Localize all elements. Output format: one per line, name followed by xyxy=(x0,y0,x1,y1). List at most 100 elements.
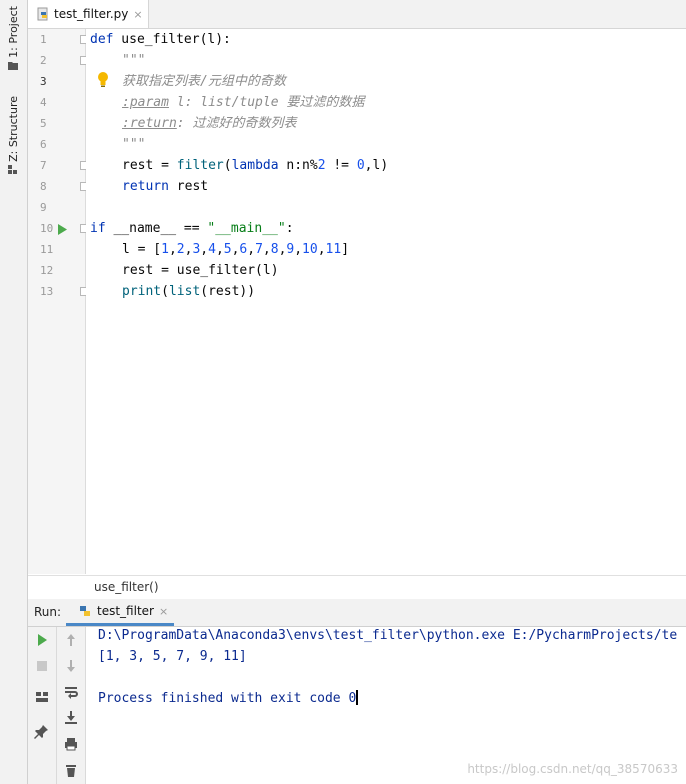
run-tab-test-filter[interactable]: test_filter × xyxy=(66,599,174,626)
line-number: 6 xyxy=(40,138,47,151)
editor-gutter: 1 2 3 4 5 6 7 8 9 10 11 12 13 xyxy=(28,29,89,574)
param-tag: :param xyxy=(122,95,169,110)
layout-icon[interactable] xyxy=(34,689,50,705)
docstring-close: """ xyxy=(122,137,146,152)
breadcrumb: use_filter() xyxy=(28,575,686,600)
trash-icon[interactable] xyxy=(63,762,79,778)
code-token: n:n% xyxy=(278,158,318,173)
structure-tool-label: Z: Structure xyxy=(6,96,20,162)
console-line-command: D:\ProgramData\Anaconda3\envs\test_filte… xyxy=(98,628,678,643)
docstring-return: :return: 过滤好的奇数列表 xyxy=(122,113,296,134)
python-icon xyxy=(80,606,90,616)
number-literal: 10 xyxy=(302,242,318,257)
number-literal: 2 xyxy=(317,158,326,173)
rerun-icon[interactable] xyxy=(34,632,50,648)
return-tag: :return xyxy=(122,116,177,131)
number-literal: 7 xyxy=(255,242,263,257)
number-literal: 1 xyxy=(161,242,169,257)
console-exit-text: Process finished with exit code 0 xyxy=(98,691,357,706)
line-number: 5 xyxy=(40,117,47,130)
keyword-lambda: lambda xyxy=(231,158,279,173)
number-literal: 0 xyxy=(356,158,365,173)
code-line: rest = use_filter(l) xyxy=(122,263,279,278)
number-literal: 8 xyxy=(270,242,279,257)
run-toolbar-secondary xyxy=(57,627,86,784)
number-literal: 3 xyxy=(192,242,201,257)
python-file-icon xyxy=(37,7,48,21)
code-token: != xyxy=(325,158,357,173)
editor-tab-label: test_filter.py xyxy=(54,7,129,21)
keyword-def: def xyxy=(90,32,114,47)
code-token: l = [ xyxy=(122,242,162,257)
code-token: ( xyxy=(161,284,169,299)
run-gutter-icon[interactable] xyxy=(58,224,67,235)
code-token: ( xyxy=(223,158,232,173)
structure-tool-tab[interactable]: Z: Structure xyxy=(2,96,24,174)
text-cursor xyxy=(356,690,359,705)
number-literal: 2 xyxy=(176,242,185,257)
number-literal: 9 xyxy=(286,242,295,257)
string-literal: "__main__" xyxy=(207,221,286,236)
code-editor[interactable]: def use_filter(l): """ 获取指定列表/元组中的奇数 :pa… xyxy=(86,29,686,574)
scroll-to-end-icon[interactable] xyxy=(63,710,79,726)
docstring-description: 获取指定列表/元组中的奇数 xyxy=(122,74,286,89)
code-line: print(list(rest)) xyxy=(122,281,255,302)
line-number: 8 xyxy=(40,180,47,193)
structure-icon xyxy=(8,164,17,174)
editor-tab-bar: test_filter.py × xyxy=(28,0,686,29)
number-literal: 6 xyxy=(239,242,248,257)
run-tab-label: test_filter xyxy=(97,604,154,618)
line-number: 9 xyxy=(40,201,47,214)
code-token: rest = xyxy=(122,158,177,173)
lightbulb-icon[interactable] xyxy=(96,71,110,88)
breadcrumb-function[interactable]: use_filter() xyxy=(94,580,159,594)
code-token: rest xyxy=(168,179,209,194)
stop-icon[interactable] xyxy=(34,658,50,674)
param-desc: l: list/tuple 要过滤的数据 xyxy=(168,95,365,110)
watermark: https://blog.csdn.net/qq_38570633 xyxy=(467,762,678,776)
code-token: ] xyxy=(341,242,350,257)
code-line: def use_filter(l): xyxy=(90,29,231,50)
run-panel-header: Run: test_filter × xyxy=(28,599,686,627)
pin-icon[interactable] xyxy=(34,723,50,739)
tool-window-strip: 1: Project Z: Structure xyxy=(0,0,28,784)
line-number: 4 xyxy=(40,96,47,109)
line-number: 2 xyxy=(40,54,47,67)
run-console-output[interactable]: D:\ProgramData\Anaconda3\envs\test_filte… xyxy=(86,627,686,784)
code-token: (rest)) xyxy=(200,284,256,299)
code-line: rest = filter(lambda n:n%2 != 0,l) xyxy=(122,155,388,176)
close-run-tab-icon[interactable]: × xyxy=(159,605,168,618)
code-line: l = [1,2,3,4,5,6,7,8,9,10,11] xyxy=(122,242,350,257)
print-icon[interactable] xyxy=(63,736,79,752)
code-token: ,l) xyxy=(364,158,389,173)
soft-wrap-icon[interactable] xyxy=(63,684,79,700)
number-literal: 4 xyxy=(208,242,216,257)
return-desc: : 过滤好的奇数列表 xyxy=(176,116,297,131)
line-number: 10 xyxy=(40,222,54,235)
console-line-exit: Process finished with exit code 0 xyxy=(98,690,359,706)
line-number: 1 xyxy=(40,33,47,46)
folder-icon xyxy=(8,61,18,70)
docstring-param: :param l: list/tuple 要过滤的数据 xyxy=(122,92,364,113)
code-token: : xyxy=(285,221,294,236)
project-tool-label: 1: Project xyxy=(6,6,20,58)
function-signature: use_filter(l): xyxy=(113,32,231,47)
close-tab-icon[interactable]: × xyxy=(133,8,142,21)
code-line: return rest xyxy=(122,176,208,197)
arrow-down-icon[interactable] xyxy=(63,658,79,674)
line-number: 11 xyxy=(40,243,54,256)
keyword-if: if xyxy=(90,221,106,236)
project-tool-tab[interactable]: 1: Project xyxy=(2,6,24,70)
line-number: 3 xyxy=(40,75,47,88)
builtin-print: print xyxy=(122,284,162,299)
keyword-return: return xyxy=(122,179,169,194)
run-label: Run: xyxy=(34,605,62,619)
docstring-open: """ xyxy=(122,53,146,68)
line-number: 12 xyxy=(40,264,54,277)
builtin-filter: filter xyxy=(176,158,224,173)
console-line-output: [1, 3, 5, 7, 9, 11] xyxy=(98,649,247,664)
line-number: 13 xyxy=(40,285,54,298)
arrow-up-icon[interactable] xyxy=(63,632,79,648)
editor-tab-test-filter[interactable]: test_filter.py × xyxy=(28,0,149,28)
code-line: if __name__ == "__main__": xyxy=(90,218,294,239)
